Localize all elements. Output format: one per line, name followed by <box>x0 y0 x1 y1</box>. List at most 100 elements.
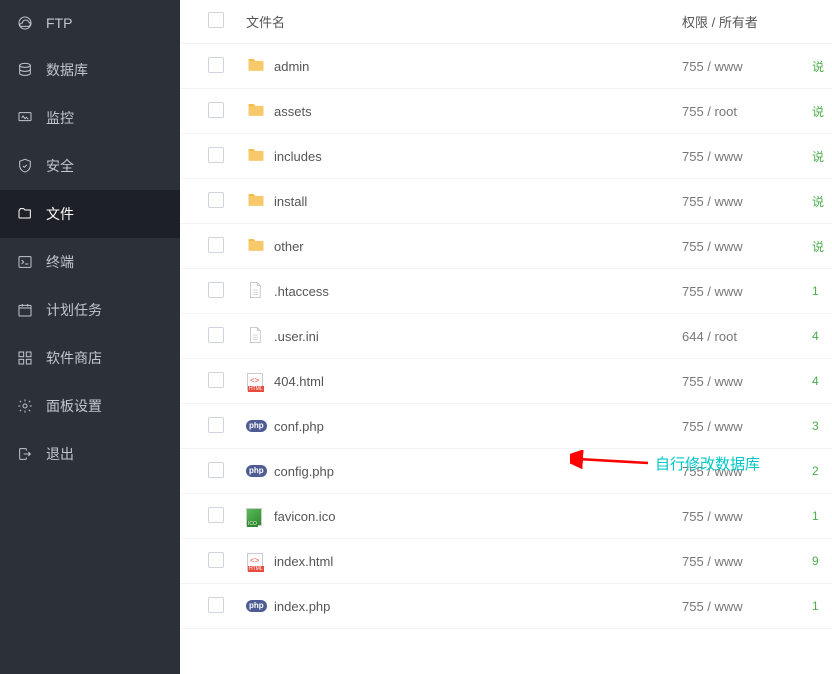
row-checkbox[interactable] <box>208 552 224 568</box>
sidebar-item-cron[interactable]: 计划任务 <box>0 286 180 334</box>
file-permission[interactable]: 755 / www <box>682 284 812 299</box>
file-permission[interactable]: 755 / root <box>682 104 812 119</box>
file-row[interactable]: <>HTMLindex.html755 / www9 <box>180 539 832 584</box>
file-row[interactable]: admin755 / www说 <box>180 44 832 89</box>
file-row[interactable]: other755 / www说 <box>180 224 832 269</box>
sidebar-item-settings[interactable]: 面板设置 <box>0 382 180 430</box>
sidebar-item-ftp[interactable]: FTP <box>0 0 180 46</box>
file-extra: 2 <box>812 464 832 478</box>
row-checkbox[interactable] <box>208 57 224 73</box>
file-name[interactable]: .htaccess <box>274 284 682 299</box>
file-permission[interactable]: 755 / www <box>682 194 812 209</box>
row-checkbox[interactable] <box>208 147 224 163</box>
file-row[interactable]: .htaccess755 / www1 <box>180 269 832 314</box>
sidebar-item-label: 软件商店 <box>46 348 102 368</box>
row-checkbox[interactable] <box>208 372 224 388</box>
file-extra: 1 <box>812 284 832 298</box>
file-permission[interactable]: 755 / www <box>682 419 812 434</box>
file-name[interactable]: config.php <box>274 464 682 479</box>
sidebar-item-appstore[interactable]: 软件商店 <box>0 334 180 382</box>
file-name[interactable]: admin <box>274 59 682 74</box>
file-extra: 1 <box>812 599 832 613</box>
sidebar-item-label: FTP <box>46 15 72 31</box>
file-name[interactable]: 404.html <box>274 374 682 389</box>
sidebar-item-label: 计划任务 <box>46 300 102 320</box>
grid-icon <box>16 349 34 367</box>
sidebar-item-label: 监控 <box>46 108 74 128</box>
sidebar-item-security[interactable]: 安全 <box>0 142 180 190</box>
file-name[interactable]: includes <box>274 149 682 164</box>
file-permission[interactable]: 755 / www <box>682 239 812 254</box>
row-checkbox[interactable] <box>208 192 224 208</box>
row-checkbox[interactable] <box>208 507 224 523</box>
row-checkbox[interactable] <box>208 282 224 298</box>
sidebar-item-database[interactable]: 数据库 <box>0 46 180 94</box>
row-checkbox[interactable] <box>208 237 224 253</box>
main-panel: 文件名 权限 / 所有者 admin755 / www说assets755 / … <box>180 0 832 674</box>
row-checkbox[interactable] <box>208 417 224 433</box>
database-icon <box>16 61 34 79</box>
file-extra: 4 <box>812 329 832 343</box>
file-permission[interactable]: 644 / root <box>682 329 812 344</box>
html-icon: <>HTML <box>246 371 264 391</box>
folder-icon <box>246 235 266 258</box>
select-all-checkbox[interactable] <box>208 12 224 28</box>
folder-icon <box>246 55 266 78</box>
file-extra: 9 <box>812 554 832 568</box>
file-permission[interactable]: 755 / www <box>682 509 812 524</box>
terminal-icon <box>16 253 34 271</box>
file-icon <box>246 280 264 303</box>
header-filename[interactable]: 文件名 <box>246 12 682 31</box>
sidebar-item-label: 面板设置 <box>46 396 102 416</box>
file-extra: 说 <box>812 58 832 75</box>
sidebar-item-label: 退出 <box>46 444 74 464</box>
sidebar-item-monitor[interactable]: 监控 <box>0 94 180 142</box>
file-row[interactable]: includes755 / www说 <box>180 134 832 179</box>
file-row[interactable]: install755 / www说 <box>180 179 832 224</box>
logout-icon <box>16 445 34 463</box>
cloud-icon <box>16 14 34 32</box>
calendar-icon <box>16 301 34 319</box>
shield-icon <box>16 157 34 175</box>
header-permission[interactable]: 权限 / 所有者 <box>682 12 812 31</box>
file-row[interactable]: <>HTML404.html755 / www4 <box>180 359 832 404</box>
folder-open-icon <box>16 205 34 223</box>
file-extra: 3 <box>812 419 832 433</box>
file-row[interactable]: ICOfavicon.ico755 / www1 <box>180 494 832 539</box>
file-name[interactable]: other <box>274 239 682 254</box>
sidebar-item-files[interactable]: 文件 <box>0 190 180 238</box>
folder-icon <box>246 100 266 123</box>
row-checkbox[interactable] <box>208 462 224 478</box>
sidebar-item-terminal[interactable]: 终端 <box>0 238 180 286</box>
file-permission[interactable]: 755 / www <box>682 374 812 389</box>
file-permission[interactable]: 755 / www <box>682 149 812 164</box>
file-list: admin755 / www说assets755 / root说includes… <box>180 44 832 629</box>
file-permission[interactable]: 755 / www <box>682 599 812 614</box>
folder-icon <box>246 145 266 168</box>
file-name[interactable]: favicon.ico <box>274 509 682 524</box>
file-extra: 说 <box>812 103 832 120</box>
file-permission[interactable]: 755 / www <box>682 59 812 74</box>
file-name[interactable]: install <box>274 194 682 209</box>
row-checkbox[interactable] <box>208 597 224 613</box>
file-extra: 说 <box>812 193 832 210</box>
file-row[interactable]: assets755 / root说 <box>180 89 832 134</box>
file-name[interactable]: assets <box>274 104 682 119</box>
sidebar-item-label: 安全 <box>46 156 74 176</box>
row-checkbox[interactable] <box>208 102 224 118</box>
file-permission[interactable]: 755 / www <box>682 464 812 479</box>
file-row[interactable]: php conf.php755 / www3 <box>180 404 832 449</box>
row-checkbox[interactable] <box>208 327 224 343</box>
file-name[interactable]: conf.php <box>274 419 682 434</box>
file-permission[interactable]: 755 / www <box>682 554 812 569</box>
monitor-icon <box>16 109 34 127</box>
file-name[interactable]: index.php <box>274 599 682 614</box>
file-extra: 说 <box>812 148 832 165</box>
php-icon: php <box>246 420 267 432</box>
file-row[interactable]: .user.ini644 / root4 <box>180 314 832 359</box>
file-name[interactable]: index.html <box>274 554 682 569</box>
sidebar-item-logout[interactable]: 退出 <box>0 430 180 478</box>
file-row[interactable]: phpconfig.php755 / www2 <box>180 449 832 494</box>
file-row[interactable]: phpindex.php755 / www1 <box>180 584 832 629</box>
file-name[interactable]: .user.ini <box>274 329 682 344</box>
